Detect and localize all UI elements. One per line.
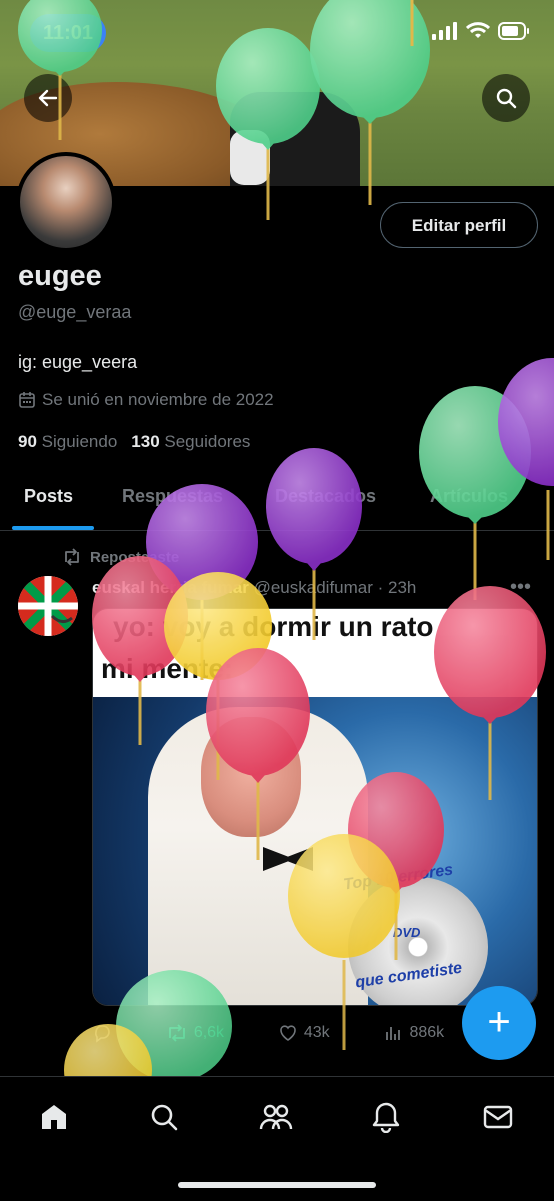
profile-tabs: Posts Respuestas Destacados Artículos: [0, 470, 554, 531]
nav-communities[interactable]: [256, 1097, 296, 1137]
signal-icon: [432, 22, 457, 40]
user-handle: @euge_veraa: [18, 302, 132, 322]
battery-icon: [498, 22, 529, 40]
tab-indicator: [12, 526, 94, 530]
post-time: · 23h: [377, 578, 417, 597]
meme-caption-area: yo: voy a dormir un rato mi mente:: [93, 609, 537, 697]
reply-button[interactable]: [92, 1018, 112, 1048]
following-count: 90: [18, 432, 37, 451]
post-header: euskal herria fumar @euskadifumar · 23h: [92, 578, 416, 598]
repost-button[interactable]: 6,6k: [166, 1018, 224, 1048]
meme-figure-face: [201, 717, 301, 837]
communities-icon: [259, 1104, 293, 1130]
repost-label: Reposteaste: [90, 548, 180, 566]
followers-link[interactable]: 130 Seguidores: [131, 432, 250, 452]
like-count: 43k: [303, 1024, 330, 1041]
heart-icon: [280, 1025, 296, 1041]
search-icon: [151, 1104, 178, 1131]
home-icon: [42, 1105, 66, 1129]
meme-caption-line2: mi mente:: [101, 653, 234, 684]
views-button[interactable]: 886k: [383, 1018, 444, 1048]
search-button[interactable]: [482, 74, 530, 122]
tab-replies[interactable]: Respuestas: [122, 486, 223, 507]
post-media[interactable]: yo: voy a dormir un rato mi mente: Top 1…: [92, 608, 538, 1006]
calendar-icon: [19, 392, 35, 408]
following-label: Siguiendo: [41, 432, 118, 451]
banner-shoe: [230, 130, 270, 185]
repost-icon: [168, 1024, 185, 1042]
nav-home[interactable]: [34, 1097, 74, 1137]
meme-photo: Top 10 errores DVD que cometiste: [93, 697, 537, 1005]
notifications-icon: [372, 1102, 400, 1133]
messages-icon: [483, 1105, 513, 1129]
profile-avatar[interactable]: [16, 152, 116, 252]
wifi-icon: [466, 22, 490, 38]
followers-label: Seguidores: [164, 432, 251, 451]
more-icon: •••: [510, 576, 532, 598]
compose-post-button[interactable]: +: [462, 986, 536, 1060]
post-author-handle[interactable]: @euskadifumar: [254, 578, 373, 597]
follow-stats: 90 Siguiendo 130 Seguidores: [18, 432, 250, 452]
following-link[interactable]: 90 Siguiendo: [18, 432, 117, 452]
search-icon: [496, 88, 517, 109]
nav-search[interactable]: [144, 1097, 184, 1137]
meme-caption-line1: yo: voy a dormir un rato: [113, 611, 434, 642]
tab-posts[interactable]: Posts: [24, 486, 73, 507]
nav-notifications[interactable]: [366, 1097, 406, 1137]
ikurrina-flag-icon: [18, 576, 78, 636]
repost-icon: [65, 548, 79, 566]
status-icons: [432, 22, 530, 40]
post-author-name[interactable]: euskal herria fumar: [92, 578, 249, 597]
repost-indicator: Reposteaste: [62, 548, 179, 566]
joined-text: Se unió en noviembre de 2022: [42, 390, 274, 409]
repost-count: 6,6k: [193, 1024, 225, 1041]
back-button[interactable]: [24, 74, 72, 122]
nav-messages[interactable]: [478, 1097, 518, 1137]
like-button[interactable]: 43k: [278, 1018, 330, 1048]
views-count: 886k: [409, 1024, 445, 1041]
tab-articles[interactable]: Artículos: [430, 486, 508, 507]
edit-profile-button[interactable]: Editar perfil: [380, 202, 538, 248]
display-name: eugee: [18, 260, 102, 292]
views-icon: [386, 1027, 401, 1040]
dvd-label: DVD: [393, 925, 421, 940]
followers-count: 130: [131, 432, 160, 451]
more-options-button[interactable]: •••: [510, 576, 531, 599]
tab-highlights[interactable]: Destacados: [275, 486, 376, 507]
arrow-left-icon: [38, 89, 58, 107]
post-author-avatar[interactable]: [18, 576, 78, 636]
status-time: 11:01: [30, 14, 106, 52]
joined-date: Se unió en noviembre de 2022: [18, 390, 274, 410]
home-indicator: [178, 1182, 376, 1188]
reply-icon: [95, 1025, 110, 1043]
profile-bio: ig: euge_veera: [18, 352, 138, 372]
